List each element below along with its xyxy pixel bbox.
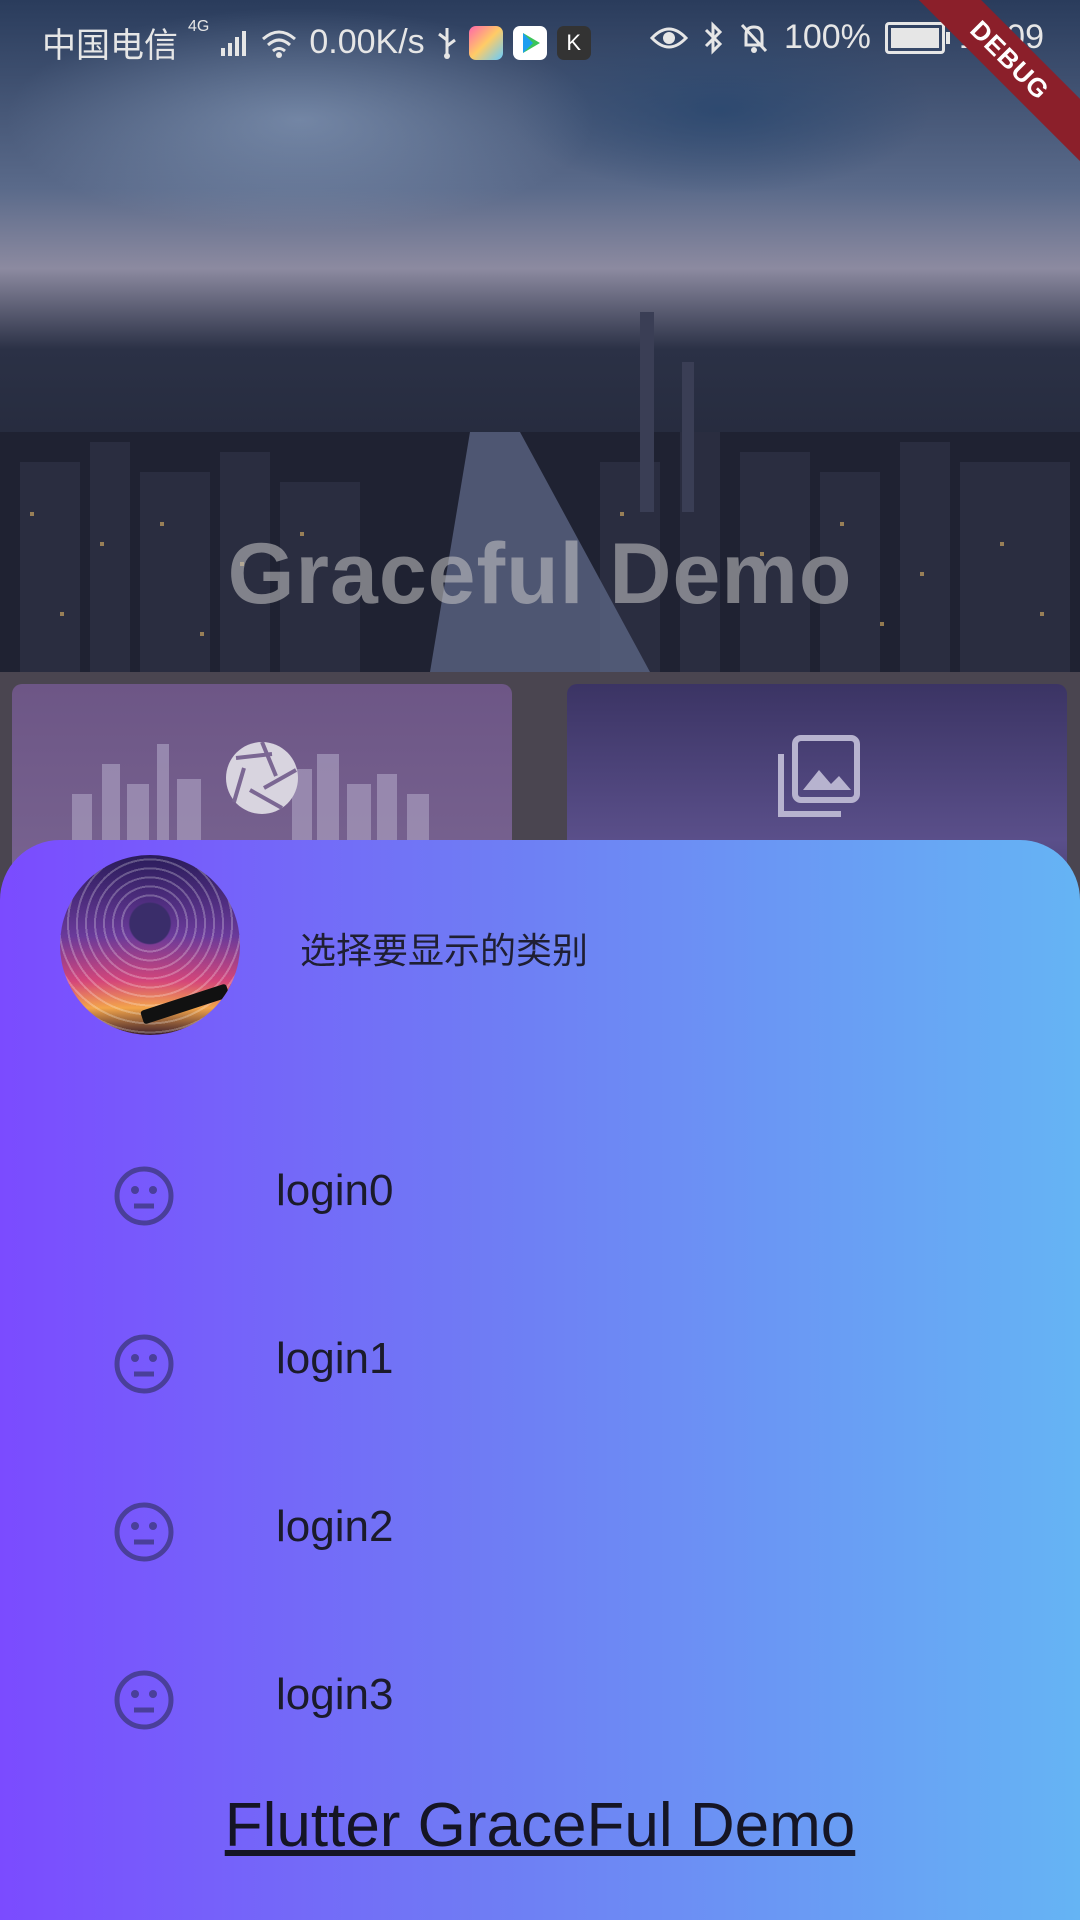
photo-library-icon: [778, 735, 860, 817]
menu-item-label: login1: [276, 1334, 394, 1383]
camera-aperture-icon: [226, 741, 298, 814]
eye-icon: [649, 27, 688, 48]
footer-link[interactable]: Flutter GraceFul Demo: [0, 1790, 1080, 1861]
neutral-face-icon: [114, 1166, 174, 1226]
menu-item-label: login3: [276, 1670, 394, 1719]
menu-item-login3[interactable]: login3: [0, 1638, 1080, 1758]
neutral-face-icon: [114, 1670, 174, 1730]
hero-title: Graceful Demo: [227, 526, 853, 622]
menu-item-login1[interactable]: login1: [0, 1302, 1080, 1422]
menu-item-label: login2: [276, 1502, 394, 1551]
menu-item-label: login0: [276, 1166, 394, 1215]
avatar[interactable]: [60, 855, 240, 1035]
battery-icon: [884, 21, 950, 54]
carrier-label: 中国电信: [42, 27, 178, 65]
menu-item-login0[interactable]: login0: [0, 1134, 1080, 1254]
k-app-icon: K: [556, 25, 591, 60]
network-speed: 0.00K/s: [309, 23, 425, 61]
menu-item-login2[interactable]: login2: [0, 1470, 1080, 1590]
battery-percent: 100%: [783, 18, 871, 56]
hero-background: Graceful Demo: [0, 0, 1080, 672]
network-type-label: 4G: [188, 18, 210, 35]
wifi-icon: [262, 30, 297, 58]
play-icon: [512, 25, 547, 60]
app-icon: [468, 25, 503, 60]
status-bar: 中国电信 4G 0.00K/s K 100%: [0, 0, 1080, 76]
bell-off-icon: [740, 23, 768, 53]
drawer-header-text: 选择要显示的类别: [300, 931, 589, 972]
neutral-face-icon: [114, 1502, 174, 1562]
neutral-face-icon: [114, 1334, 174, 1394]
usb-icon: [437, 27, 456, 59]
bluetooth-icon: [704, 20, 723, 55]
signal-icon: [221, 30, 247, 56]
